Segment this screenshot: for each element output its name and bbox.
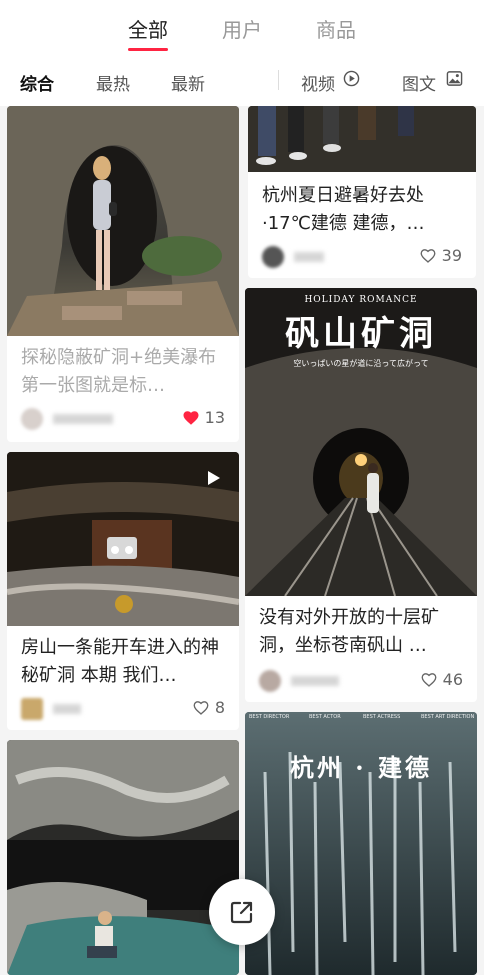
note-cover-image <box>7 740 239 975</box>
note-meta: 13 <box>21 408 225 430</box>
tab-users[interactable]: 用户 <box>222 14 262 43</box>
note-cover-image: BEST DIRECTOR BEST ACTOR BEST ACTRESS BE… <box>245 712 477 975</box>
author-avatar <box>21 408 43 430</box>
active-tab-indicator <box>128 48 168 51</box>
author-avatar <box>259 670 281 692</box>
like-count-value: 8 <box>214 698 225 717</box>
tab-all[interactable]: 全部 <box>128 14 168 43</box>
image-icon <box>446 71 463 86</box>
note-title: 房山一条能开车进入的神秘矿洞 本期 我们… <box>21 637 219 686</box>
overlay-title: 杭州 · 建德 <box>290 753 432 782</box>
like-count[interactable]: 46 <box>420 670 463 689</box>
like-count-value: 46 <box>442 670 463 689</box>
overlay-credit: BEST ART DIRECTION <box>421 714 474 720</box>
note-card[interactable]: BEST DIRECTOR BEST ACTOR BEST ACTRESS BE… <box>245 712 477 975</box>
filter-comprehensive[interactable]: 综合 <box>20 70 54 95</box>
filter-video[interactable]: 视频 <box>301 70 335 95</box>
share-button[interactable] <box>209 879 275 945</box>
video-play-icon <box>208 471 220 485</box>
like-count-value: 39 <box>441 246 462 265</box>
like-count[interactable]: 39 <box>419 246 462 265</box>
author-name-blurred <box>291 676 339 686</box>
note-card[interactable] <box>7 740 239 975</box>
filter-divider <box>278 70 279 90</box>
note-card[interactable]: 房山一条能开车进入的神秘矿洞 本期 我们… 8 <box>7 452 239 730</box>
author-avatar <box>262 246 284 268</box>
author-name-blurred <box>53 414 113 424</box>
note-card[interactable]: 探秘隐蔽矿洞+绝美瀑布 第一张图就是标… 13 <box>7 106 239 442</box>
note-cover-image <box>7 452 239 626</box>
like-count-value: 13 <box>204 408 225 427</box>
note-meta: 8 <box>21 698 225 720</box>
note-title: 没有对外开放的十层矿洞，坐标苍南矾山 … <box>259 607 439 656</box>
author-name-blurred <box>53 704 81 714</box>
like-count[interactable]: 8 <box>192 698 225 717</box>
note-meta: 39 <box>262 246 462 268</box>
note-title: 探秘隐蔽矿洞+绝美瀑布 第一张图就是标… <box>21 347 217 396</box>
filter-hottest[interactable]: 最热 <box>96 70 130 95</box>
heart-outline-icon <box>193 700 209 715</box>
filter-bar: 综合 最热 最新 视频 图文 <box>0 56 484 106</box>
top-tab-bar: 全部 用户 商品 <box>0 0 484 56</box>
note-card[interactable]: 杭州夏日避暑好去处·17℃建德 建德，… 39 <box>248 106 476 278</box>
share-icon <box>230 901 253 924</box>
note-cover-image <box>7 106 239 336</box>
note-cover-image: HOLIDAY ROMANCE 矾山矿洞 空いっぱいの星が道に沿って広がって <box>245 288 477 596</box>
heart-outline-icon <box>421 672 437 687</box>
author-avatar <box>21 698 43 720</box>
filter-image-text[interactable]: 图文 <box>402 70 436 95</box>
filter-newest[interactable]: 最新 <box>171 70 205 95</box>
overlay-credit: BEST ACTOR <box>309 714 341 720</box>
heart-filled-icon <box>183 410 199 425</box>
note-cover-image <box>248 106 476 172</box>
overlay-tagline: HOLIDAY ROMANCE <box>304 295 417 305</box>
play-circle-icon <box>343 70 360 87</box>
like-count[interactable]: 13 <box>182 408 225 427</box>
note-title: 杭州夏日避暑好去处·17℃建德 建德，… <box>262 185 425 234</box>
overlay-credit: BEST DIRECTOR <box>249 714 290 720</box>
note-card[interactable]: HOLIDAY ROMANCE 矾山矿洞 空いっぱいの星が道に沿って広がって 没… <box>245 288 477 702</box>
overlay-credit: BEST ACTRESS <box>363 714 400 720</box>
overlay-title: 矾山矿洞 <box>285 314 437 354</box>
overlay-subtitle: 空いっぱいの星が道に沿って広がって <box>293 358 428 368</box>
tab-products[interactable]: 商品 <box>316 14 356 43</box>
heart-outline-icon <box>420 248 436 263</box>
note-meta: 46 <box>259 670 463 692</box>
author-name-blurred <box>294 252 324 262</box>
